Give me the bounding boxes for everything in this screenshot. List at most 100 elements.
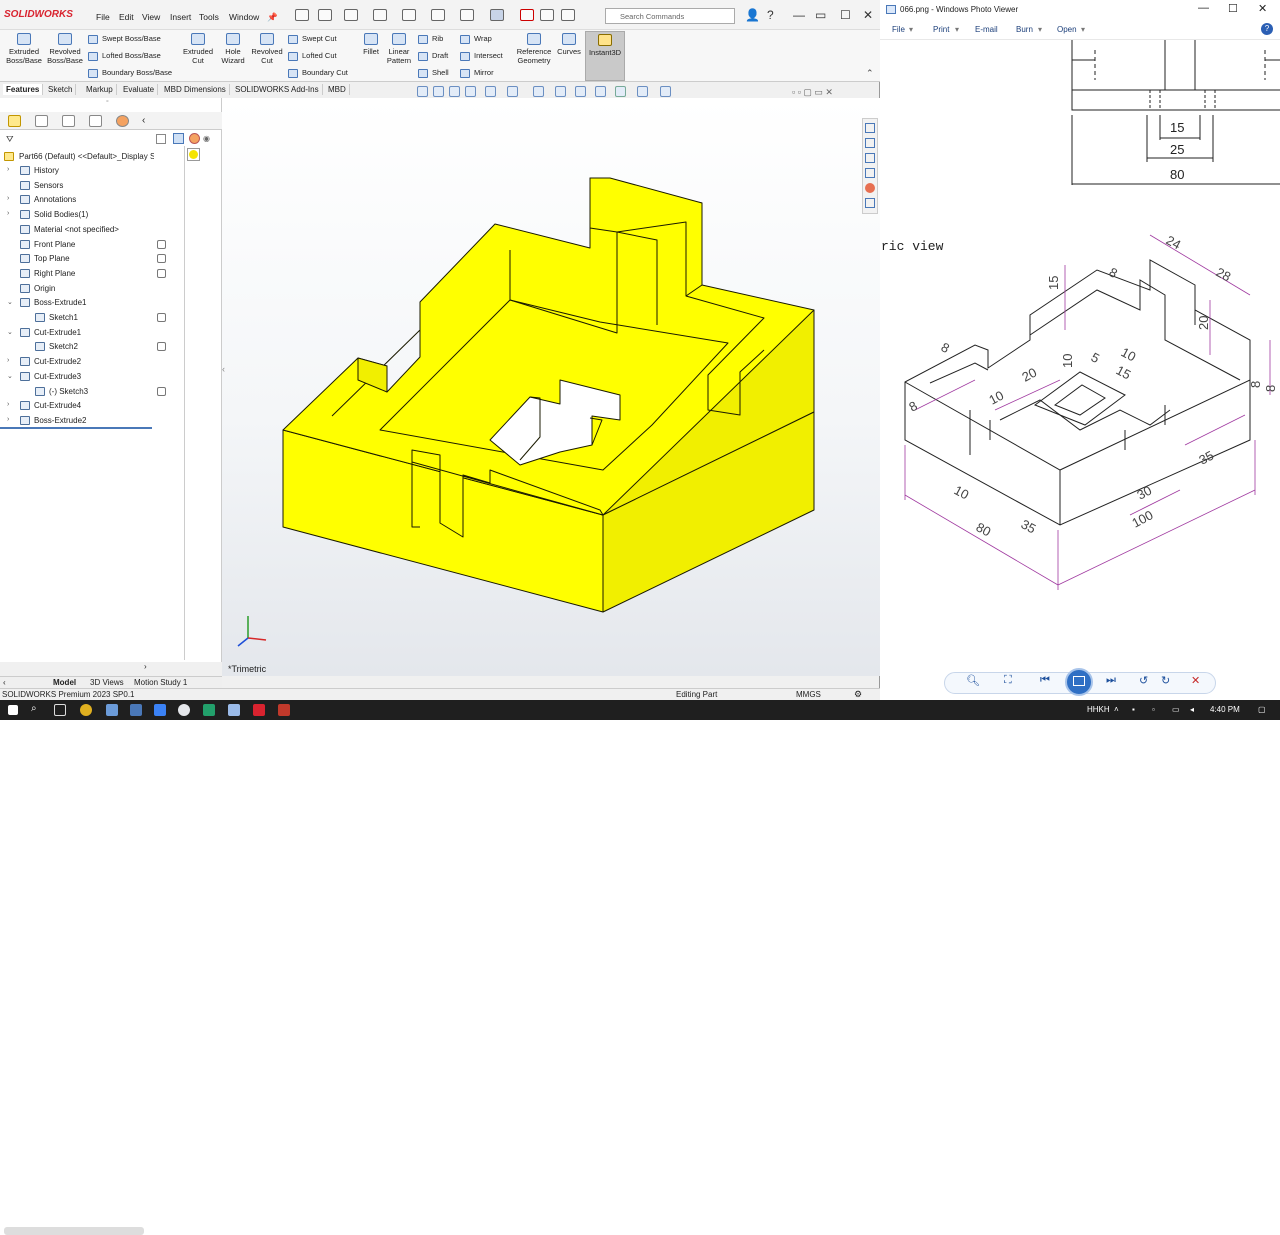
mirror-button[interactable]: Mirror — [460, 68, 494, 78]
tree-item[interactable]: Sketch2 — [0, 340, 152, 354]
draft-button[interactable]: Draft — [418, 51, 448, 61]
display-pane-icon[interactable] — [637, 86, 648, 97]
hide-show-pane-icon[interactable] — [156, 134, 166, 144]
graphics-viewport[interactable]: ‹ *Trimetric — [222, 98, 880, 676]
scroll-right-icon[interactable]: › — [144, 662, 147, 671]
expand-toggle-icon[interactable]: › — [7, 401, 13, 408]
tab-3d-views[interactable]: 3D Views — [90, 678, 124, 687]
input-language[interactable]: HHKH — [1087, 705, 1110, 714]
expand-toggle-icon[interactable]: › — [7, 166, 13, 173]
visibility-toggle[interactable] — [157, 386, 166, 396]
display-manager-tab-icon[interactable] — [116, 115, 129, 127]
taskbar-app-3-icon[interactable] — [154, 704, 166, 716]
swept-boss-button[interactable]: Swept Boss/Base — [88, 34, 161, 44]
display-style-icon[interactable] — [533, 86, 544, 97]
pv-actual-size-icon[interactable]: ⛶ — [1004, 674, 1012, 687]
tab-markup[interactable]: Markup — [83, 84, 117, 95]
wrap-button[interactable]: Wrap — [460, 34, 492, 44]
zoom-to-fit-icon[interactable] — [417, 86, 428, 97]
extruded-boss-button[interactable]: Extruded Boss/Base — [6, 33, 42, 65]
design-library-icon[interactable] — [865, 138, 875, 148]
taskbar-clock[interactable]: 4:40 PM — [1210, 705, 1240, 714]
file-explorer-icon[interactable] — [865, 153, 875, 163]
part-root-row[interactable]: Part66 (Default) <<Default>_Display S — [0, 150, 154, 164]
menu-edit[interactable]: Edit — [119, 12, 134, 22]
minimize-icon[interactable]: — — [793, 8, 805, 22]
pv-menu-email[interactable]: E-mail — [975, 25, 998, 34]
view-settings-icon[interactable] — [615, 86, 626, 97]
rib-button[interactable]: Rib — [418, 34, 443, 44]
pv-help-icon[interactable]: ? — [1261, 23, 1273, 35]
tab-mbd-dimensions[interactable]: MBD Dimensions — [161, 84, 230, 95]
horizontal-scrollbar[interactable] — [4, 1227, 144, 1235]
new-document-icon[interactable] — [318, 9, 332, 21]
tab-evaluate[interactable]: Evaluate — [120, 84, 159, 95]
pv-open-dropdown-icon[interactable]: ▾ — [1081, 25, 1085, 34]
save-icon[interactable] — [373, 9, 387, 21]
tree-item[interactable]: Origin — [0, 282, 152, 296]
tree-item[interactable]: › Annotations — [0, 193, 152, 207]
configuration-manager-tab-icon[interactable] — [62, 115, 75, 127]
tree-item[interactable]: ⌄ Boss-Extrude1 — [0, 296, 152, 310]
menu-file[interactable]: File — [96, 12, 110, 22]
revolved-cut-button[interactable]: Revolved Cut — [250, 33, 284, 65]
print-icon[interactable] — [402, 9, 416, 21]
tree-item[interactable]: › History — [0, 164, 152, 178]
pv-next-icon[interactable]: ⏭ — [1106, 674, 1116, 687]
expand-toggle-icon[interactable]: › — [7, 195, 13, 202]
help-icon[interactable]: ? — [767, 8, 774, 22]
maximize-icon[interactable]: ☐ — [840, 8, 851, 22]
tree-item[interactable]: Sketch1 — [0, 311, 152, 325]
custom-properties-icon[interactable] — [865, 198, 875, 208]
resources-icon[interactable] — [865, 123, 875, 133]
tree-item[interactable]: (-) Sketch3 — [0, 385, 152, 399]
property-manager-tab-icon[interactable] — [35, 115, 48, 127]
chevron-left-icon[interactable]: ‹ — [142, 115, 145, 126]
pv-minimize-icon[interactable]: — — [1198, 2, 1209, 14]
file-properties-icon[interactable] — [540, 9, 554, 21]
photo-viewer-taskbar-icon[interactable] — [228, 704, 240, 716]
swept-cut-button[interactable]: Swept Cut — [288, 34, 337, 44]
tray-battery-icon[interactable]: ▭ — [1172, 705, 1180, 714]
tray-app-icon[interactable]: ▪ — [1132, 705, 1135, 714]
hide-show-items-icon[interactable] — [555, 86, 566, 97]
solidworks-taskbar-icon[interactable] — [253, 704, 265, 716]
open-icon[interactable] — [344, 9, 358, 21]
expand-toggle-icon[interactable]: ⌄ — [7, 372, 13, 380]
linear-pattern-button[interactable]: Linear Pattern — [384, 33, 414, 65]
pv-rotate-cw-icon[interactable]: ↻ — [1161, 674, 1170, 687]
pv-menu-open[interactable]: Open — [1057, 25, 1077, 34]
eye-icon[interactable]: ◉ — [203, 134, 210, 143]
tray-network-icon[interactable]: ▫ — [1152, 705, 1155, 714]
view-orientation-icon[interactable] — [507, 86, 518, 97]
undo-icon[interactable] — [431, 9, 445, 21]
visibility-toggle[interactable] — [157, 268, 166, 278]
search-icon[interactable]: ⌕ — [31, 703, 37, 714]
user-icon[interactable]: 👤 — [745, 8, 760, 22]
tray-chevron-icon[interactable]: ˄ — [1114, 705, 1119, 714]
select-icon[interactable] — [490, 9, 504, 21]
curves-button[interactable]: Curves — [554, 33, 584, 56]
home-icon[interactable] — [295, 9, 309, 21]
zoom-area-icon[interactable] — [433, 86, 444, 97]
close-icon[interactable]: ✕ — [863, 8, 873, 22]
section-view-icon[interactable] — [465, 86, 476, 97]
tab-sketch[interactable]: Sketch — [45, 84, 77, 95]
tray-volume-icon[interactable]: ◂ — [1190, 705, 1194, 714]
menu-window[interactable]: Window — [229, 12, 259, 22]
menu-insert[interactable]: Insert — [170, 12, 191, 22]
visibility-toggle[interactable] — [157, 313, 166, 322]
task-view-icon[interactable] — [54, 704, 66, 716]
tree-item[interactable]: Front Plane — [0, 238, 152, 252]
rollback-bar[interactable] — [0, 427, 152, 429]
pv-maximize-icon[interactable]: ☐ — [1228, 2, 1238, 15]
visibility-toggle[interactable] — [157, 239, 166, 249]
appearances-scenes-icon[interactable] — [865, 183, 875, 193]
pin-icon[interactable]: 📌 — [267, 12, 278, 23]
lofted-cut-button[interactable]: Lofted Cut — [288, 51, 337, 61]
tree-item[interactable]: ⌄ Cut-Extrude1 — [0, 326, 152, 340]
pv-file-dropdown-icon[interactable]: ▾ — [909, 25, 913, 34]
extruded-cut-button[interactable]: Extruded Cut — [180, 33, 216, 65]
tab-mbd[interactable]: MBD — [325, 84, 350, 95]
tab-model[interactable]: Model — [53, 678, 76, 687]
